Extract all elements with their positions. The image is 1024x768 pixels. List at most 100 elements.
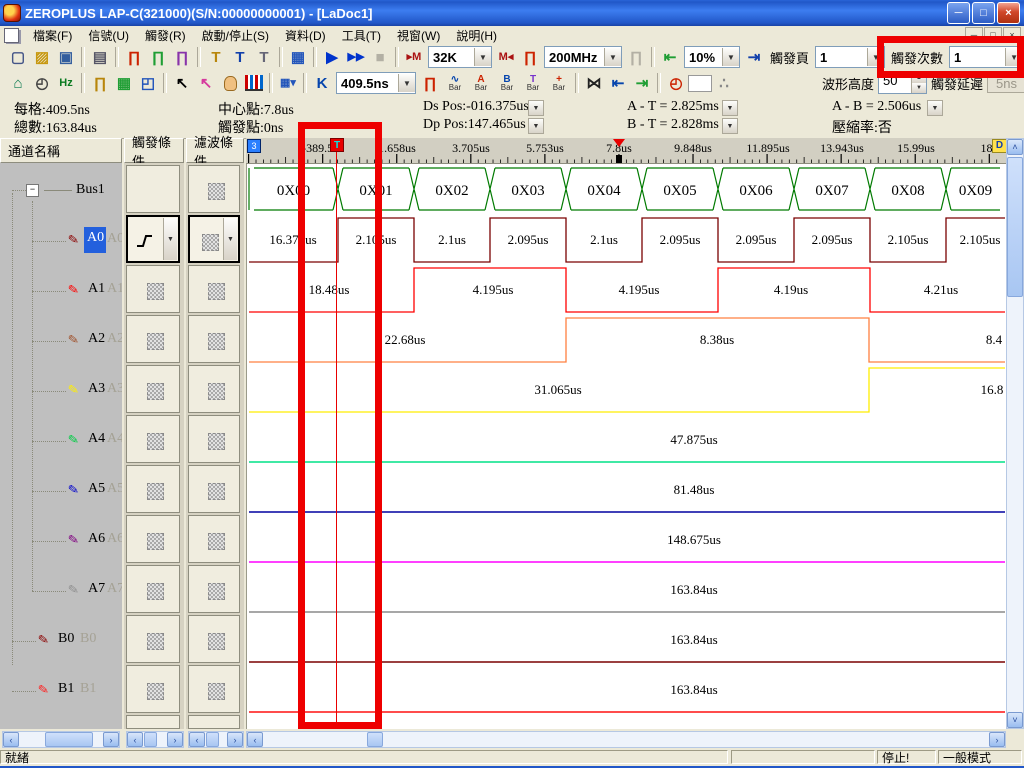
stop-button[interactable]: ■ [368,46,392,68]
channel-label[interactable]: B0 [58,631,74,647]
menu-item-3[interactable]: 啟動/停止(S) [194,26,277,45]
menu-item-1[interactable]: 信號(U) [80,26,137,45]
channel-panel-scrollbar[interactable]: ‹› [2,731,120,748]
menu-item-4[interactable]: 資料(D) [277,26,334,45]
goto-trigger-page-button[interactable]: ⇥ [742,46,766,68]
ds-pos-value-dropdown-icon[interactable]: ▼ [528,100,544,116]
new-file-button[interactable]: ▢ [6,46,30,68]
filter-cell-0[interactable] [188,165,240,213]
waveform-horizontal-scrollbar[interactable]: ‹› [246,731,1006,748]
frequency-button[interactable]: Hz [54,72,78,94]
cell-dropdown-icon[interactable]: ▼ [223,218,237,260]
combo-dropdown-icon[interactable]: ▼ [604,48,621,66]
close-button[interactable]: × [997,2,1020,24]
bar-button-4[interactable]: +Bar [546,72,572,94]
bar-trigger-button[interactable]: T [204,46,228,68]
filter-cell-3[interactable] [188,315,240,363]
filter-column-scrollbar-right-arrow-icon[interactable]: › [227,732,243,747]
trigger-cell-1[interactable]: ▼ [126,215,180,263]
filter-column-scrollbar-left-arrow-icon[interactable]: ‹ [189,732,205,747]
zoom-to-trigger-button[interactable]: ⇤ [658,46,682,68]
signal-filter-button[interactable]: ∏ [146,46,170,68]
navigator-window-button[interactable]: ◰ [136,72,160,94]
dp-pos-value-dropdown-icon[interactable]: ▼ [528,118,544,134]
vscroll-up-arrow-icon[interactable]: ˄ [1007,139,1023,155]
listing-window-button[interactable]: ▦ [112,72,136,94]
bus-button[interactable] [688,72,712,94]
bar-button-0[interactable]: ∿Bar [442,72,468,94]
a-b-value-dropdown-icon[interactable]: ▼ [927,100,943,116]
a-t-value-dropdown-icon[interactable]: ▼ [722,100,738,116]
channel-panel-scrollbar-right-arrow-icon[interactable]: › [103,732,119,747]
waveform-horizontal-scrollbar-thumb[interactable] [367,732,383,747]
open-file-button[interactable]: ▨ [30,46,54,68]
sampling-setup-button[interactable]: ∏ [122,46,146,68]
repeat-run-button[interactable]: ▶▶ [344,46,368,68]
channel-panel-scrollbar-left-arrow-icon[interactable]: ‹ [3,732,19,747]
run-button[interactable]: ▶ [320,46,344,68]
filter-cell-6[interactable] [188,465,240,513]
pulse-disabled-button[interactable]: ∏ [624,46,648,68]
sample-frequency-combo[interactable]: 200MHz▼ [544,46,622,68]
cell-dropdown-icon[interactable]: ▼ [163,218,177,260]
waveform-horizontal-scrollbar-left-arrow-icon[interactable]: ‹ [247,732,263,747]
zoom-cursor-button[interactable]: ↖ [194,72,218,94]
b-t-value-dropdown-icon[interactable]: ▼ [722,118,738,134]
filter-cell-1[interactable]: ▼ [188,215,240,263]
channel-label[interactable]: B1 [58,681,74,697]
channel-label[interactable]: A7 [88,581,105,597]
trigger-cell-7[interactable] [126,515,180,563]
sample-depth-combo[interactable]: 32K▼ [428,46,492,68]
display-ratio-combo[interactable]: 10%▼ [684,46,740,68]
waveform-window-button[interactable]: ∏ [88,72,112,94]
next-transition-button[interactable]: ∏ [418,72,442,94]
filter-cell-8[interactable] [188,565,240,613]
trigger-column-scrollbar-left-arrow-icon[interactable]: ‹ [127,732,143,747]
bus-collapse-toggle[interactable]: − [26,184,39,197]
vscroll-thumb[interactable] [1007,157,1023,297]
trigger-cell-6[interactable] [126,465,180,513]
filter-cell-4[interactable] [188,365,240,413]
trigger-cell-3[interactable] [126,315,180,363]
find-button[interactable]: ⋈ [582,72,606,94]
trigger-cell-9[interactable] [126,615,180,663]
trigger-column-scrollbar[interactable]: ‹› [126,731,184,748]
bar-button-2[interactable]: BBar [494,72,520,94]
minimize-button[interactable]: ─ [947,2,970,24]
menu-item-7[interactable]: 說明(H) [448,26,505,45]
prev-transition-button[interactable]: K [310,72,334,94]
node-button[interactable]: ∴ [712,72,736,94]
trigger-cell-2[interactable] [126,265,180,313]
trigger-column-scrollbar-right-arrow-icon[interactable]: › [167,732,183,747]
sample-pulse-button[interactable]: ∏ [518,46,542,68]
channel-label[interactable]: A5 [88,481,105,497]
goto-trigger-m-right-button[interactable]: M◂ [494,46,518,68]
select-cursor-button[interactable]: ↖ [170,72,194,94]
filter-cell-9[interactable] [188,615,240,663]
waveform-horizontal-scrollbar-right-arrow-icon[interactable]: › [989,732,1005,747]
vscroll-down-arrow-icon[interactable]: ˅ [1007,712,1023,728]
filter-column-scrollbar-thumb[interactable] [206,732,219,747]
goto-trigger-m-left-button[interactable]: ▸M [402,46,426,68]
trigger-page-combo[interactable]: 1▼ [815,46,885,68]
menu-item-2[interactable]: 觸發(R) [137,26,194,45]
hand-pan-button[interactable] [218,72,242,94]
module-settings-button[interactable]: ▦ [286,46,310,68]
filter-column-scrollbar[interactable]: ‹› [188,731,244,748]
trigger-cell-4[interactable] [126,365,180,413]
trigger-cell-0[interactable] [126,165,180,213]
trigger-cell-10[interactable] [126,665,180,713]
filter-cell-10[interactable] [188,665,240,713]
filter-cell-2[interactable] [188,265,240,313]
vertical-scrollbar[interactable]: ˄˅ [1006,138,1024,729]
clock-settings-button[interactable]: ◴ [30,72,54,94]
combo-dropdown-icon[interactable]: ▼ [474,48,491,66]
trigger-cell-11[interactable] [126,715,180,729]
restore-button[interactable]: □ [972,2,995,24]
channel-label[interactable]: A4 [88,431,105,447]
trigger-cell-8[interactable] [126,565,180,613]
filter-cell-11[interactable] [188,715,240,729]
wave-mode-button[interactable]: ▦▾ [276,72,300,94]
channel-label[interactable]: A2 [88,331,105,347]
pattern-trigger-button[interactable]: T [228,46,252,68]
